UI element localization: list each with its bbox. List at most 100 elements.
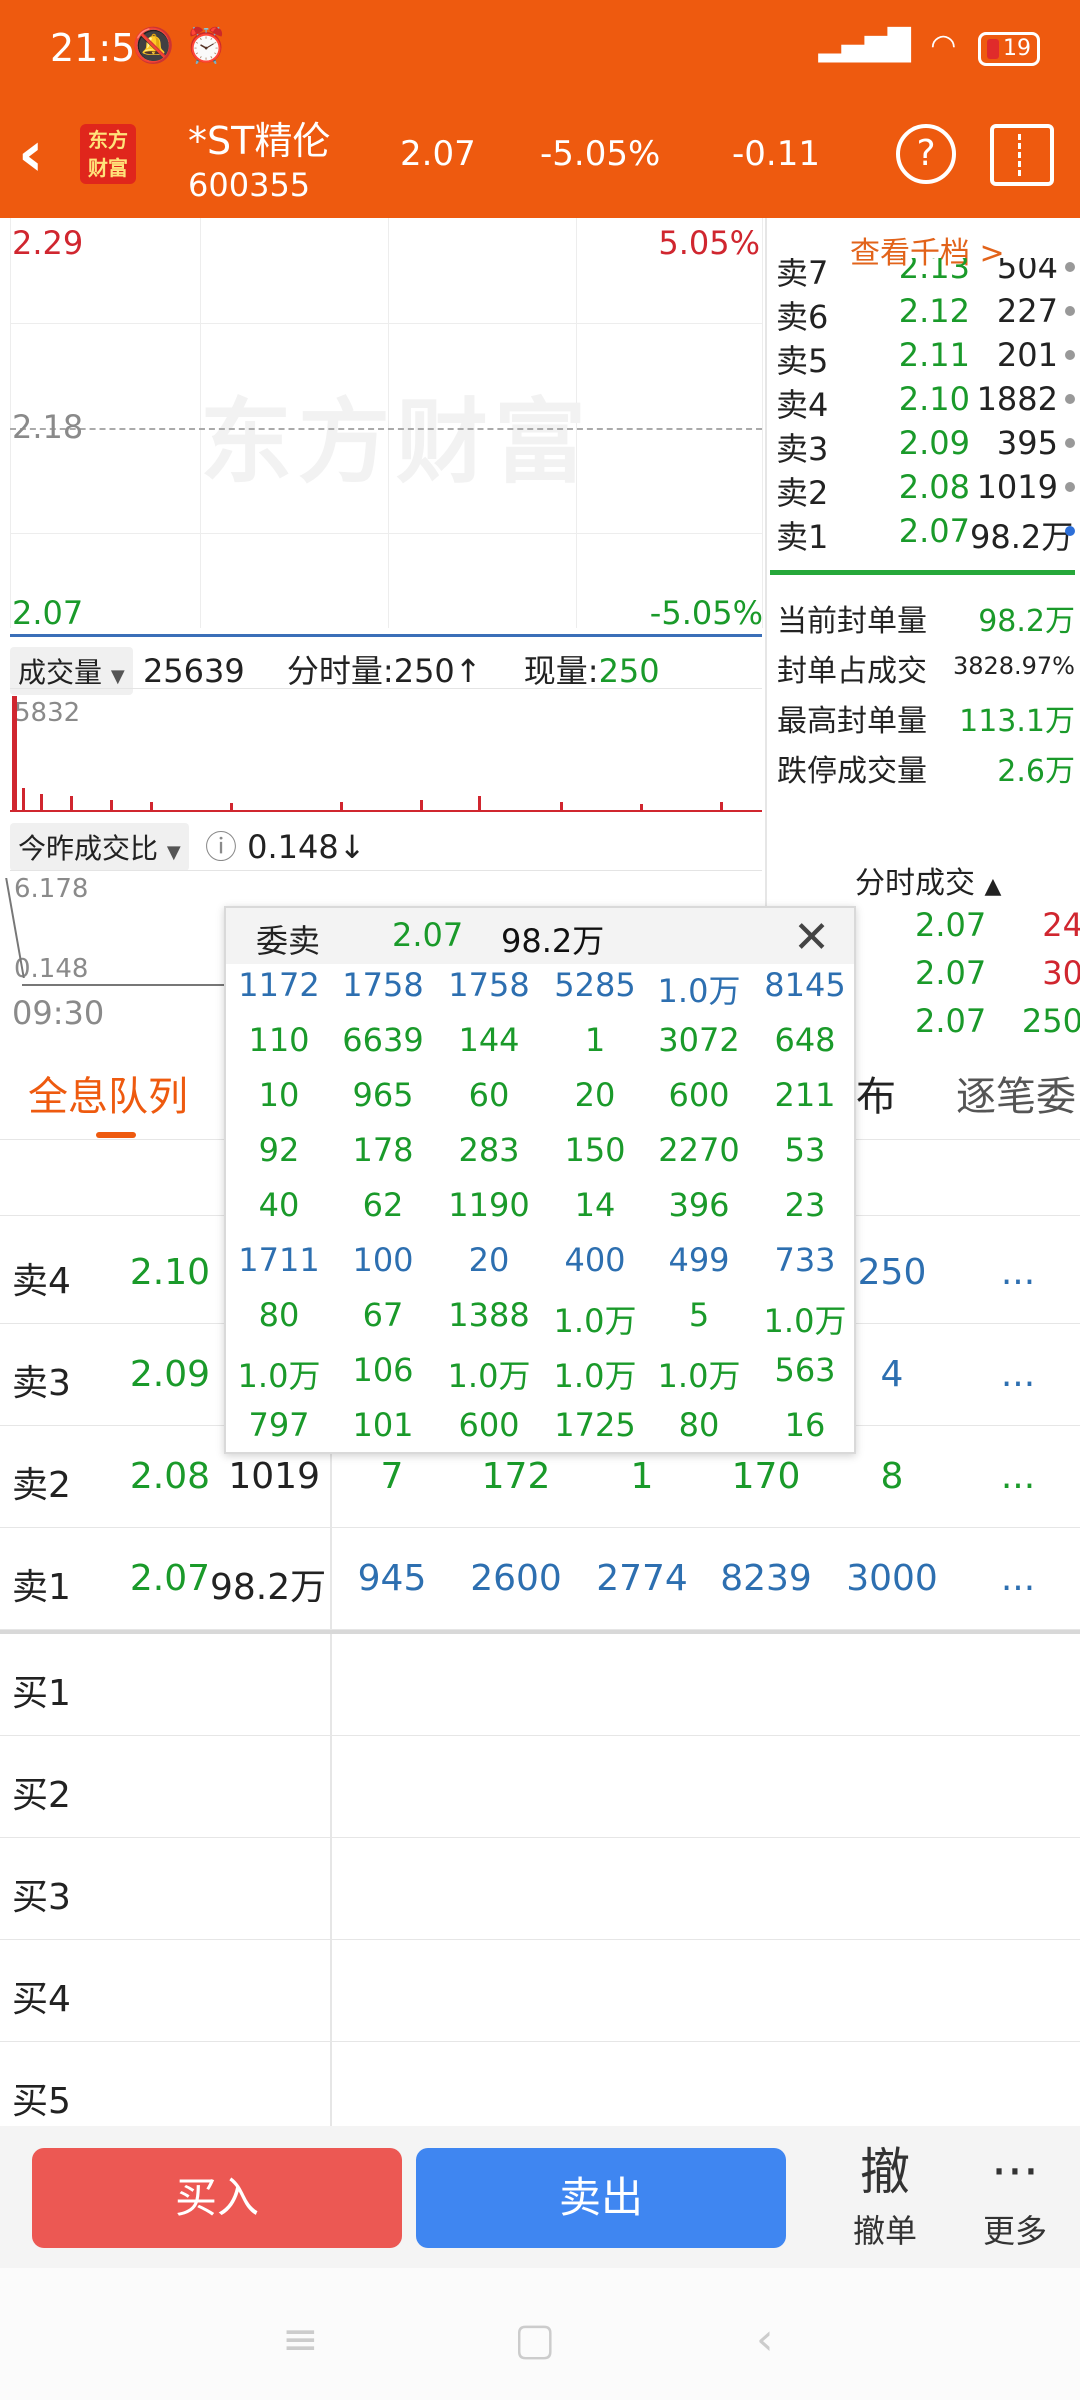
- popup-order-cell: 733: [774, 1241, 836, 1279]
- popup-order-cell: 62: [362, 1186, 404, 1224]
- popup-order-cell: 563: [774, 1351, 836, 1389]
- more-icon: ···: [991, 2143, 1039, 2201]
- popup-order-cell: 400: [564, 1241, 626, 1279]
- dropdown-icon: ▼: [166, 842, 181, 863]
- queue-row-ask1[interactable]: 卖1 2.07 98.2万 945 2600 2774 8239 3000 ..…: [0, 1528, 1080, 1630]
- volume-bar: [40, 794, 43, 810]
- popup-order-cell: 80: [258, 1296, 300, 1334]
- queue-row-bid2[interactable]: 买2: [0, 1736, 1080, 1838]
- back-nav-icon[interactable]: ‹: [756, 2314, 774, 2365]
- app-header: 21:54 🔕 ⏰ ▂▄▆█ ◠ 19 ‹ 东方 财富 *ST精伦 600355…: [0, 0, 1080, 218]
- ticks-title[interactable]: 分时成交 ▲: [855, 858, 1001, 902]
- sell-button[interactable]: 卖出: [416, 2148, 786, 2248]
- ask-row: 卖4 2.10 1882: [770, 380, 1075, 424]
- popup-order-cell: 648: [774, 1021, 836, 1059]
- popup-order-cell: 1.0万: [763, 1302, 847, 1340]
- popup-order-cell: 20: [574, 1076, 616, 1114]
- popup-order-cell: 178: [352, 1131, 414, 1169]
- logo-line1: 东方: [88, 128, 128, 152]
- popup-order-cell: 5: [688, 1296, 710, 1334]
- system-nav-bar: ≡ ▢ ‹: [0, 2268, 1080, 2400]
- more-button[interactable]: ··· 更多: [960, 2142, 1070, 2252]
- period-volume-value: 250: [393, 652, 455, 690]
- ask-row: 卖6 2.12 227: [770, 292, 1075, 336]
- seal-row: 封单占成交 3828.97%: [777, 652, 1075, 689]
- menu-icon[interactable]: ≡: [282, 2314, 319, 2365]
- popup-order-cell: 6639: [342, 1021, 424, 1059]
- signal-icon: ▂▄▆█: [818, 28, 911, 63]
- tab-distribution[interactable]: 布: [856, 1064, 896, 1122]
- help-icon[interactable]: ?: [896, 124, 956, 184]
- popup-order-cell: 100: [352, 1241, 414, 1279]
- volume-bar: [150, 802, 153, 810]
- queue-row-bid5[interactable]: 买5: [0, 2042, 1080, 2126]
- status-icons: 🔕 ⏰: [132, 26, 228, 66]
- popup-order-cell: 67: [362, 1296, 404, 1334]
- ask-row: 卖7 2.13 504: [770, 258, 1075, 292]
- queue-row-bid3[interactable]: 买3: [0, 1838, 1080, 1940]
- seal-row: 当前封单量 98.2万: [777, 604, 1075, 639]
- home-icon[interactable]: ▢: [514, 2314, 556, 2365]
- tab-full-queue[interactable]: 全息队列: [28, 1064, 188, 1122]
- popup-order-cell: 5285: [554, 966, 636, 1004]
- info-icon[interactable]: ⓘ: [205, 828, 237, 866]
- active-tab-indicator: [96, 1132, 136, 1138]
- popup-order-cell: 10: [258, 1076, 300, 1114]
- popup-order-cell: 600: [668, 1076, 730, 1114]
- popup-order-cell: 53: [784, 1131, 826, 1169]
- tick-row: 2.07 250: [915, 1002, 1080, 1040]
- popup-order-cell: 211: [774, 1076, 836, 1114]
- queue-row-bid4[interactable]: 买4: [0, 1940, 1080, 2042]
- header-price: 2.07: [400, 134, 476, 174]
- chart-start-time: 09:30: [12, 994, 105, 1032]
- alarm-icon: ⏰: [185, 26, 228, 66]
- popup-order-cell: 1.0万: [553, 1302, 637, 1340]
- popup-order-cell: 101: [352, 1406, 414, 1444]
- popup-order-cell: 20: [468, 1241, 510, 1279]
- popup-order-cell: 1711: [238, 1241, 320, 1279]
- popup-order-cell: 144: [458, 1021, 520, 1059]
- popup-order-cell: 283: [458, 1131, 520, 1169]
- popup-order-cell: 23: [784, 1186, 826, 1224]
- cancel-order-button[interactable]: 撤 撤单: [830, 2142, 940, 2252]
- popup-order-cell: 1.0万: [553, 1357, 637, 1395]
- back-icon[interactable]: ‹: [18, 123, 44, 185]
- ratio-selector[interactable]: 今昨成交比 ▼: [10, 823, 189, 871]
- watermark: 东方财富: [200, 389, 593, 496]
- popup-order-cell: 92: [258, 1131, 300, 1169]
- axis-bottom-price: 2.07: [12, 594, 84, 632]
- prev-close-line: [10, 428, 762, 430]
- volume-bar: [340, 802, 343, 810]
- popup-order-cell: 965: [352, 1076, 414, 1114]
- period-volume-label: 分时量:: [286, 652, 394, 690]
- trade-action-bar: 买入 卖出 撤 撤单 ··· 更多: [0, 2126, 1080, 2268]
- popup-order-cell: 1: [584, 1021, 606, 1059]
- tick-row: 2.07 30: [915, 954, 1080, 992]
- seal-row: 最高封单量 113.1万: [777, 704, 1075, 739]
- tick-row: 2.07 24: [915, 906, 1080, 944]
- ratio-top-label: 6.178: [14, 874, 89, 904]
- volume-bar: [560, 802, 563, 810]
- layout-switch-icon[interactable]: [990, 124, 1054, 186]
- close-icon[interactable]: ✕: [793, 912, 830, 963]
- volume-bar: [230, 803, 233, 810]
- popup-order-cell: 1190: [448, 1186, 530, 1224]
- ask-row: 卖5 2.11 201: [770, 336, 1075, 380]
- seal-row: 跌停成交量 2.6万: [777, 754, 1075, 789]
- battery-icon: 19: [978, 32, 1040, 66]
- buy-button[interactable]: 买入: [32, 2148, 402, 2248]
- popup-order-cell: 60: [468, 1076, 510, 1114]
- volume-bar: [478, 796, 481, 810]
- popup-order-cell: 1388: [448, 1296, 530, 1334]
- ask-row: 卖1 2.07 98.2万: [776, 512, 1075, 556]
- arrow-up-icon: ↑: [454, 652, 482, 690]
- popup-order-cell: 106: [352, 1351, 414, 1389]
- stock-code: 600355: [188, 166, 311, 204]
- battery-level: 19: [1003, 36, 1031, 61]
- now-volume-value: 250: [598, 652, 660, 690]
- queue-row-bid1[interactable]: 买1: [0, 1634, 1080, 1736]
- popup-order-cell: 110: [248, 1021, 310, 1059]
- ratio-value: 0.148: [247, 828, 339, 866]
- tab-tick-orders[interactable]: 逐笔委: [956, 1064, 1076, 1122]
- ratio-bottom-label: 0.148: [14, 954, 89, 984]
